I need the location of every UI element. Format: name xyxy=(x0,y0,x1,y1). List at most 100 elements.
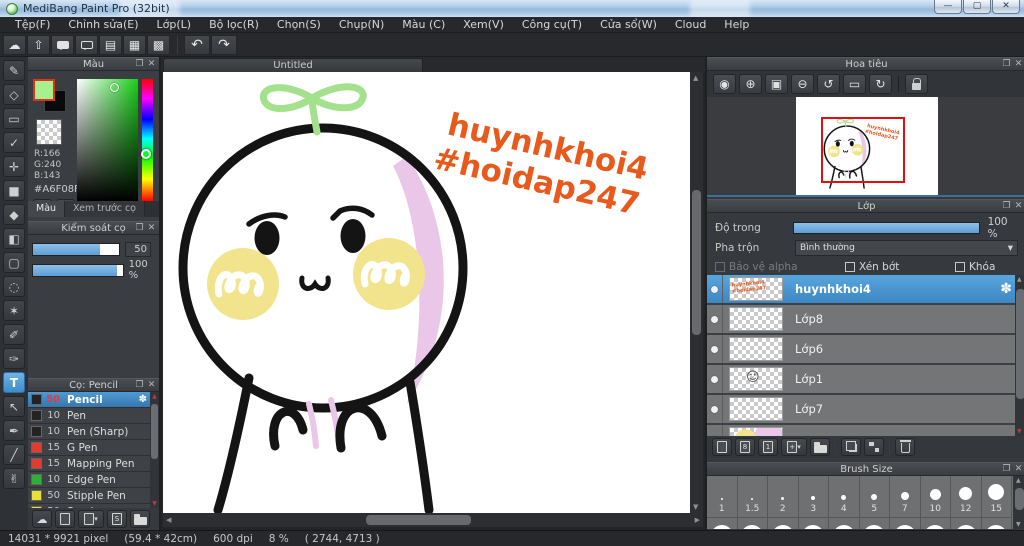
brush-size-cell[interactable]: 1 xyxy=(707,476,738,518)
layer-checkbox[interactable]: Bảo vệ alpha xyxy=(715,259,845,275)
brush-size-cell[interactable]: 1.5 xyxy=(737,476,768,518)
layer-visibility-toggle[interactable] xyxy=(707,335,723,363)
Lớp1[interactable]: Lớp1 ✽ xyxy=(707,365,1024,393)
merge-layer-button[interactable] xyxy=(864,438,884,456)
delete-layer-button[interactable] xyxy=(895,438,915,456)
tool-brush[interactable]: ✎ xyxy=(3,60,25,81)
canvas-vertical-scrollbar[interactable]: ▲ ▼ xyxy=(690,72,703,513)
menu-item[interactable]: Cloud xyxy=(666,17,715,33)
redo-button[interactable]: ↷ xyxy=(211,34,237,55)
nav-zoom-out-button[interactable]: ⊖ xyxy=(791,74,814,94)
Lớp8[interactable]: Lớp8 ✽ xyxy=(707,305,1024,333)
popout-icon[interactable]: ❐ xyxy=(134,59,145,69)
scrollbar-thumb[interactable] xyxy=(1015,488,1024,510)
popout-icon[interactable]: ❐ xyxy=(1001,59,1012,69)
edit-brush-button[interactable]: ▾ xyxy=(78,510,104,528)
brush-cloud-download-button[interactable]: ☁ xyxy=(32,510,52,528)
brush-settings-icon[interactable]: ✽ xyxy=(139,394,147,405)
scroll-up-icon[interactable]: ▲ xyxy=(693,74,698,82)
menu-item[interactable]: Chụp(N) xyxy=(330,17,393,33)
canvas[interactable]: huynhkhoi4 #hoidap247 xyxy=(163,72,690,513)
close-button[interactable]: ✕ xyxy=(992,0,1020,14)
scrollbar-thumb[interactable] xyxy=(151,404,158,459)
nav-fit-button[interactable]: ▣ xyxy=(765,74,788,94)
material-grid-button[interactable]: ▩ xyxy=(147,34,170,55)
Mapping Pen[interactable]: 15 Mapping Pen ✽ xyxy=(28,456,159,472)
menu-item[interactable]: Tệp(F) xyxy=(6,17,59,33)
scroll-up-icon[interactable]: ▲ xyxy=(1016,477,1021,484)
tool-operation[interactable]: ↖ xyxy=(3,396,25,417)
layer-list-scrollbar[interactable]: ▲ ▼ xyxy=(1015,275,1024,436)
tool-dot[interactable]: ✓ xyxy=(3,132,25,153)
Pencil[interactable]: 50 Pencil ✽ xyxy=(28,392,159,408)
sv-cursor[interactable] xyxy=(110,83,119,92)
Sumi[interactable]: 50 Sumi ✽ xyxy=(28,504,159,508)
G Pen[interactable]: 15 G Pen ✽ xyxy=(28,440,159,456)
brush-size-cell[interactable] xyxy=(860,518,890,529)
document-tab[interactable]: Untitled xyxy=(163,58,423,72)
close-icon[interactable]: ✕ xyxy=(1013,201,1024,211)
comment-button[interactable] xyxy=(75,34,98,55)
scroll-up-icon[interactable]: ▲ xyxy=(1017,276,1022,283)
brush-size-cell[interactable]: 15 xyxy=(981,476,1012,518)
layer-visibility-toggle[interactable] xyxy=(707,275,723,303)
hue-slider[interactable] xyxy=(141,79,153,201)
menu-item[interactable]: Công cụ(T) xyxy=(513,17,591,33)
layer-visibility-toggle[interactable] xyxy=(707,365,723,393)
tool-gradient[interactable]: ◧ xyxy=(3,228,25,249)
nav-reset-rotation-button[interactable]: ▭ xyxy=(843,74,866,94)
nav-zoom-in-button[interactable]: ⊕ xyxy=(739,74,762,94)
add-1bit-layer-button[interactable]: 1 xyxy=(758,438,778,456)
brush-size-cell[interactable] xyxy=(951,518,982,529)
save-brush-button[interactable]: S xyxy=(107,510,127,528)
Lớp6[interactable]: Lớp6 ✽ xyxy=(707,335,1024,363)
close-icon[interactable]: ✕ xyxy=(1013,464,1024,474)
checkbox-icon[interactable] xyxy=(845,262,855,272)
tool-eyedropper[interactable]: ✒ xyxy=(3,420,25,441)
restore-button[interactable]: ▢ xyxy=(963,0,991,14)
scrollbar-thumb[interactable] xyxy=(692,190,701,335)
brush-size-cell[interactable]: 5 xyxy=(859,476,890,518)
Pen (Sharp)[interactable]: 10 Pen (Sharp) ✽ xyxy=(28,424,159,440)
brush-size-cell[interactable]: 7 xyxy=(890,476,921,518)
tool-select-pen[interactable]: ✐ xyxy=(3,324,25,345)
checkbox-icon[interactable] xyxy=(955,262,965,272)
brush-size-cell[interactable] xyxy=(768,518,799,529)
tool-select-eraser[interactable]: ✑ xyxy=(3,348,25,369)
menu-item[interactable]: Cửa sổ(W) xyxy=(591,17,666,33)
brush-size-slider[interactable] xyxy=(32,242,120,256)
brush-size-cell[interactable]: 2 xyxy=(768,476,799,518)
tool-select[interactable]: ▢ xyxy=(3,252,25,273)
tool-eraser[interactable]: ◇ xyxy=(3,84,25,105)
close-icon[interactable]: ✕ xyxy=(146,59,157,69)
scroll-down-icon[interactable]: ▼ xyxy=(1016,521,1021,528)
brush-opacity-slider[interactable] xyxy=(32,263,124,277)
brush-size-cell[interactable] xyxy=(982,518,1012,529)
popout-icon[interactable]: ❐ xyxy=(134,380,145,390)
layer-visibility-toggle[interactable] xyxy=(707,425,723,436)
brush-size-scrollbar[interactable]: ▲ ▼ xyxy=(1013,476,1024,529)
tool-bucket[interactable]: ◆ xyxy=(3,204,25,225)
close-icon[interactable]: ✕ xyxy=(1013,59,1024,69)
add-brush-button[interactable] xyxy=(55,510,75,528)
layer-checkbox[interactable]: Khóa xyxy=(955,259,995,275)
brush-size-cell[interactable]: 10 xyxy=(920,476,951,518)
brush-size-cell[interactable]: 12 xyxy=(951,476,982,518)
layer-visibility-toggle[interactable] xyxy=(707,395,723,423)
add-layer-button[interactable] xyxy=(712,438,732,456)
add-8bit-layer-button[interactable]: 8 xyxy=(735,438,755,456)
close-icon[interactable]: ✕ xyxy=(146,223,157,233)
tool-fill[interactable]: ■ xyxy=(3,180,25,201)
scrollbar-thumb[interactable] xyxy=(1016,289,1024,399)
publish-button[interactable]: ⇧ xyxy=(27,34,50,55)
brush-size-cell[interactable]: 3 xyxy=(798,476,829,518)
menu-item[interactable]: Màu (C) xyxy=(393,17,454,33)
nav-zoom-original-button[interactable]: ◉ xyxy=(713,74,736,94)
brush-size-cell[interactable] xyxy=(829,518,860,529)
menu-item[interactable]: Xem(V) xyxy=(454,17,513,33)
add-special-layer-button[interactable]: + ▾ xyxy=(781,438,807,456)
undo-button[interactable]: ↶ xyxy=(184,34,210,55)
cloud-button[interactable]: ☁ xyxy=(3,34,26,55)
Lớp7[interactable]: Lớp7 ✽ xyxy=(707,395,1024,423)
brush-size-cell[interactable] xyxy=(799,518,829,529)
